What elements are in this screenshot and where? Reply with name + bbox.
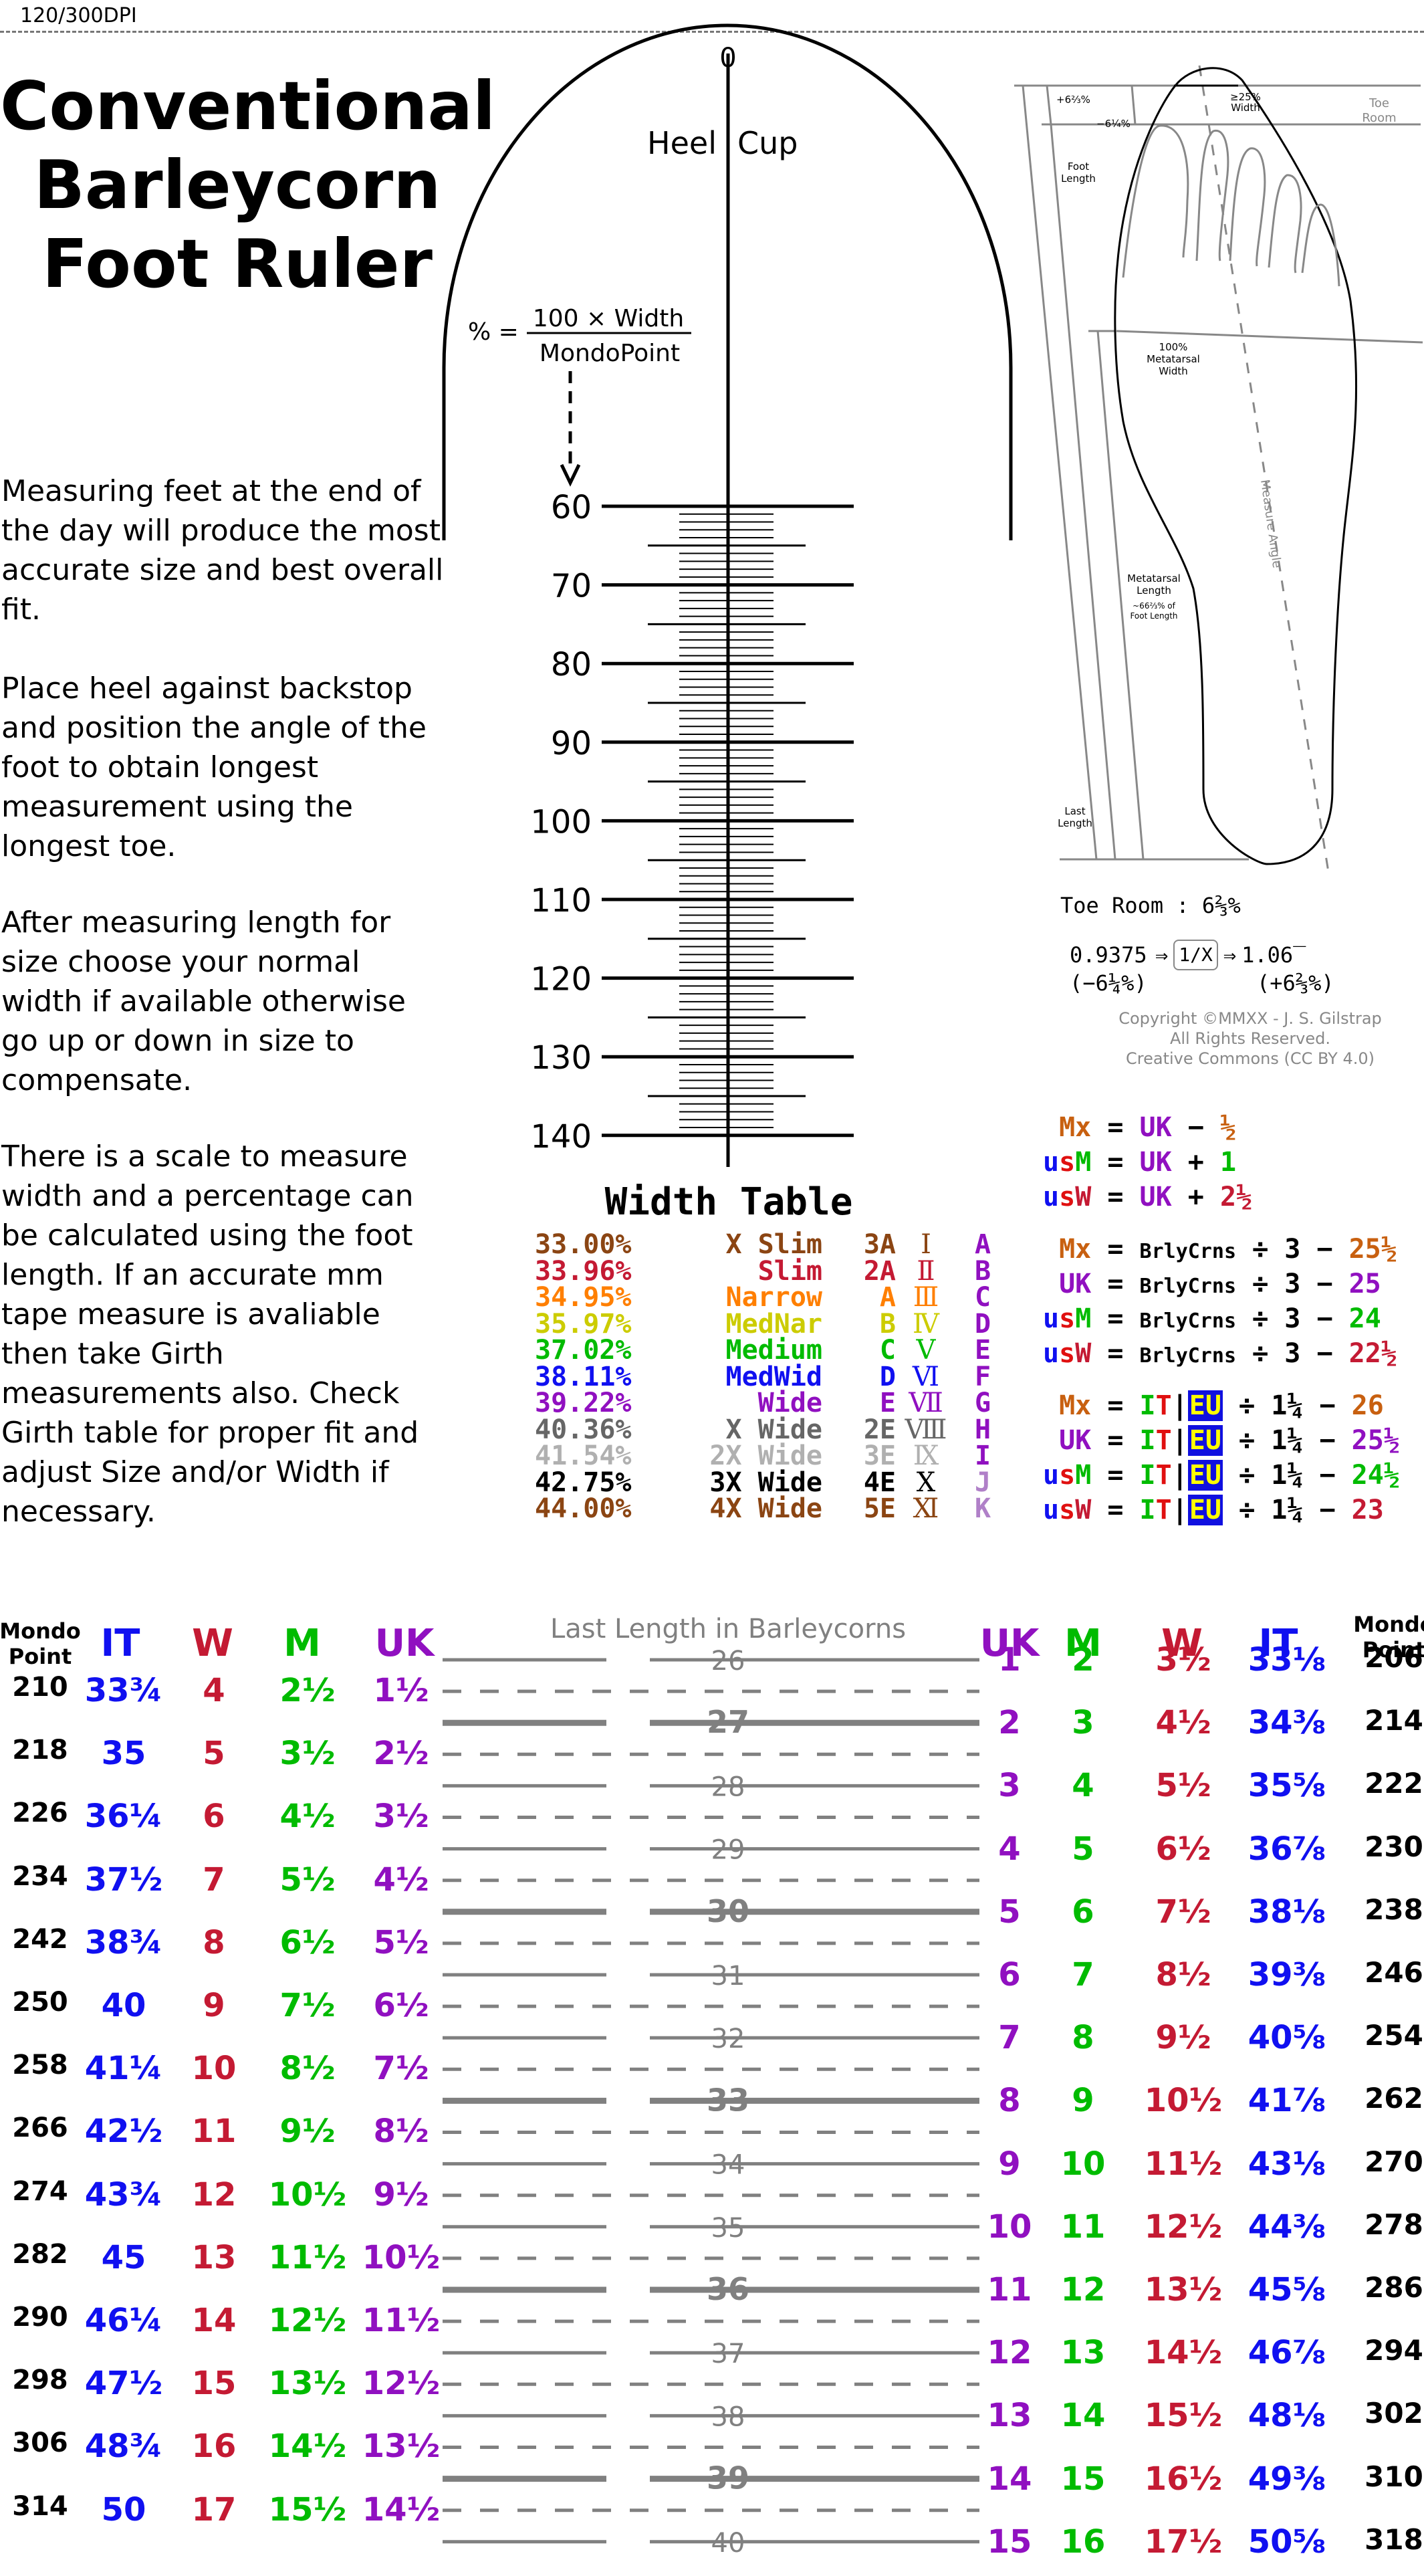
size-cell-mp: 318 (1364, 2523, 1423, 2556)
size-cell-uk: 1½ (373, 1672, 429, 1709)
barleycorn-label: 28 (711, 1772, 745, 1802)
size-cell-mp: 270 (1364, 2145, 1423, 2178)
barleycorn-label: 35 (711, 2213, 745, 2244)
size-cell-uk: 14½ (362, 2490, 441, 2529)
size-cell-mp: 302 (1364, 2397, 1423, 2430)
size-cell-mp: 278 (1364, 2208, 1423, 2241)
barleycorn-label: 38 (711, 2401, 745, 2432)
size-cell-uk: 11½ (362, 2302, 441, 2339)
barleycorn-label: 32 (711, 2024, 745, 2054)
barleycorn-scale-title: Last Length in Barleycorns (550, 1614, 906, 1644)
size-cell-uk: 2½ (373, 1735, 429, 1773)
barleycorn-label: 30 (707, 1893, 749, 1929)
header-uk: UK (374, 1622, 435, 1665)
barleycorn-label: 31 (711, 1961, 745, 1992)
size-cell-mp: 214 (1364, 1704, 1423, 1737)
barleycorn-label: 37 (711, 2339, 745, 2369)
size-cell-mp: 294 (1364, 2334, 1423, 2367)
size-cell-mp: 230 (1364, 1830, 1423, 1863)
size-cell-mp: 246 (1364, 1956, 1423, 1989)
size-cell-mp: 254 (1364, 2019, 1423, 2052)
size-cell-mp: 238 (1364, 1893, 1423, 1926)
size-cell-mp: 206 (1364, 1641, 1423, 1674)
size-cell-uk: 3½ (373, 1798, 429, 1836)
size-cell-uk: 12½ (362, 2365, 441, 2403)
barleycorn-label: 39 (707, 2460, 749, 2496)
barleycorn-label: 36 (707, 2271, 749, 2307)
barleycorn-label: 33 (707, 2082, 749, 2118)
barleycorn-label: 27 (707, 1704, 749, 1740)
header-mondo: Mondo (1353, 1612, 1424, 1637)
size-cell-mp: 310 (1364, 2460, 1423, 2493)
size-cell-uk: 10½ (362, 2238, 441, 2276)
size-cell-mp: 262 (1364, 2082, 1423, 2115)
barleycorn-label: 34 (711, 2150, 745, 2181)
size-cell-uk: 6½ (373, 1987, 429, 2024)
size-cell-uk: 7½ (373, 2050, 429, 2088)
size-cell-uk: 13½ (362, 2428, 441, 2466)
size-cell-uk: 9½ (373, 2175, 429, 2214)
barleycorn-label: 26 (711, 1646, 745, 1677)
barleycorn-label: 29 (711, 1835, 745, 1866)
barleycorn-label: 40 (711, 2528, 745, 2559)
size-cell-uk: 5½ (373, 1923, 429, 1961)
size-cell-mp: 222 (1364, 1767, 1423, 1800)
size-cell-uk: 8½ (373, 2113, 429, 2151)
size-cell-mp: 286 (1364, 2271, 1423, 2304)
size-cell-uk: 4½ (373, 1860, 429, 1899)
